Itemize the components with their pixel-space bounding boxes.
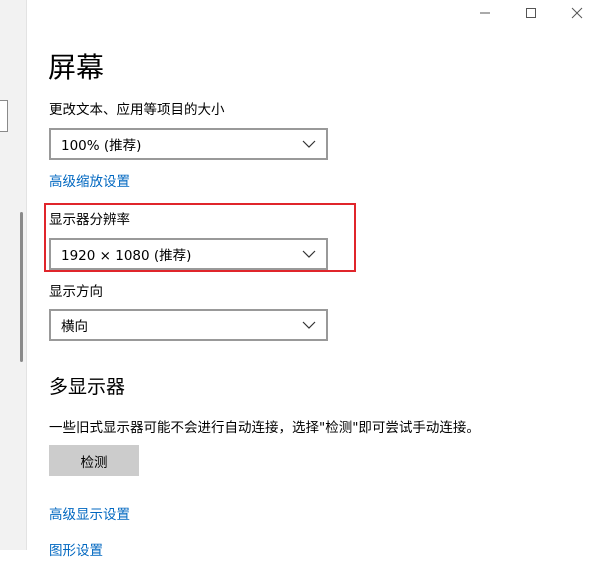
detect-button[interactable]: 检测 [49,445,139,476]
multi-display-title: 多显示器 [49,376,126,398]
chevron-down-icon [302,321,316,329]
chevron-down-icon [302,140,316,148]
multi-display-description: 一些旧式显示器可能不会进行自动连接，选择"检测"即可尝试手动连接。 [49,420,480,436]
advanced-display-link[interactable]: 高级显示设置 [49,505,130,525]
maximize-icon [526,8,536,18]
minimize-button[interactable] [462,0,508,26]
resolution-dropdown-value: 1920 × 1080 (推荐) [61,248,192,264]
close-icon [571,7,583,19]
advanced-scaling-link[interactable]: 高级缩放设置 [49,172,130,192]
orientation-label: 显示方向 [49,284,103,300]
navigation-pane-edge [0,0,27,550]
maximize-button[interactable] [508,0,554,26]
minimize-icon [480,12,490,14]
chevron-down-icon [302,250,316,258]
graphics-settings-link[interactable]: 图形设置 [49,541,103,561]
scale-label: 更改文本、应用等项目的大小 [49,102,225,118]
close-button[interactable] [554,0,600,26]
orientation-dropdown[interactable]: 横向 [49,309,328,341]
nav-pane-tab[interactable] [0,100,8,132]
resolution-label: 显示器分辨率 [49,212,130,228]
scale-dropdown[interactable]: 100% (推荐) [49,128,328,160]
window-controls [462,0,600,26]
scrollbar-thumb[interactable] [20,212,23,362]
scale-dropdown-value: 100% (推荐) [61,138,142,154]
orientation-dropdown-value: 横向 [61,319,88,335]
resolution-dropdown[interactable]: 1920 × 1080 (推荐) [49,238,328,270]
page-title: 屏幕 [48,51,105,84]
